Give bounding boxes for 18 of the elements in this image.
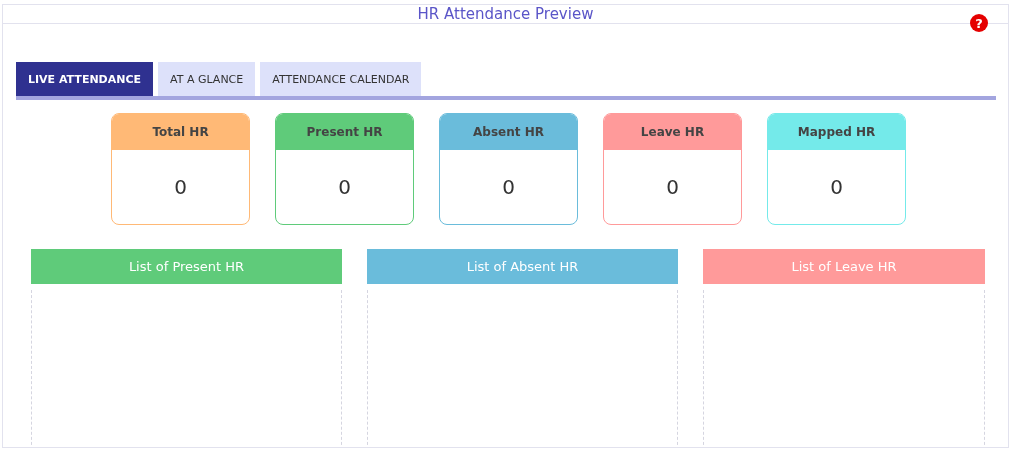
stat-value: 0 <box>173 174 188 201</box>
stat-card-header: Mapped HR <box>768 114 905 150</box>
list-header: List of Absent HR <box>367 249 678 284</box>
page-title: HR Attendance Preview <box>417 5 594 23</box>
help-icon[interactable]: ? <box>970 14 988 32</box>
tab[interactable]: LIVE ATTENDANCE <box>16 62 154 96</box>
stat-value: 0 <box>829 174 844 201</box>
stat-value: 0 <box>501 174 516 201</box>
stat-card-header: Present HR <box>276 114 413 150</box>
list-header: List of Leave HR <box>703 249 985 284</box>
list-header: List of Present HR <box>31 249 342 284</box>
stat-card-header: Absent HR <box>440 114 577 150</box>
stat-value: 0 <box>665 174 680 201</box>
stat-value: 0 <box>337 174 352 201</box>
stat-card-header: Leave HR <box>604 114 741 150</box>
tab[interactable]: ATTENDANCE CALENDAR <box>260 62 422 96</box>
stat-card-header: Total HR <box>112 114 249 150</box>
tab[interactable]: AT A GLANCE <box>158 62 256 96</box>
